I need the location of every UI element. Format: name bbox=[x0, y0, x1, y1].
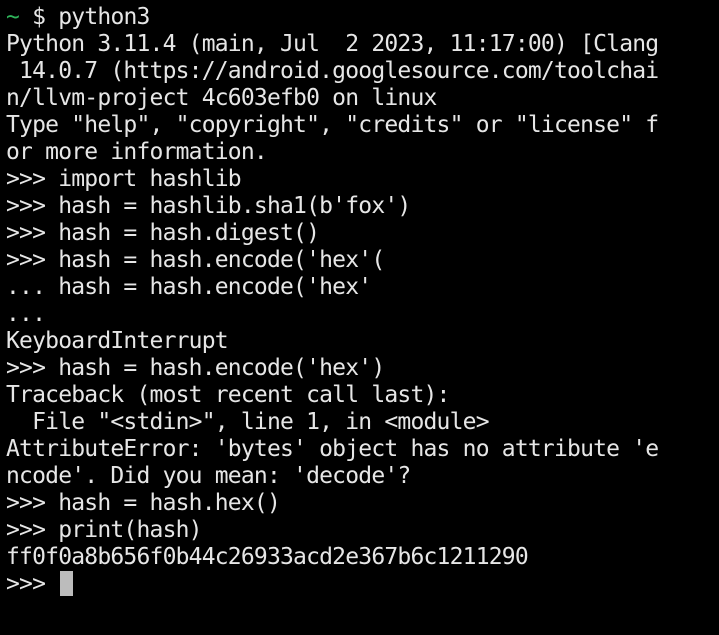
output-line: 14.0.7 (https://android.googlesource.com… bbox=[6, 58, 659, 84]
output-line: ff0f0a8b656f0b44c26933acd2e367b6c1211290 bbox=[6, 544, 529, 570]
output-line: >>> hash = hashlib.sha1(b'fox') bbox=[6, 193, 411, 219]
output-line: >>> print(hash) bbox=[6, 517, 203, 543]
output-line: ... bbox=[6, 301, 46, 327]
text-cursor bbox=[60, 571, 74, 596]
output-line: ... hash = hash.encode('hex' bbox=[6, 274, 372, 300]
output-line: Type "help", "copyright", "credits" or "… bbox=[6, 112, 659, 138]
output-line: >>> hash = hash.encode('hex') bbox=[6, 355, 385, 381]
output-line: Traceback (most recent call last): bbox=[6, 382, 450, 408]
output-line: >>> import hashlib bbox=[6, 166, 242, 192]
output-line: AttributeError: 'bytes' object has no at… bbox=[6, 436, 659, 462]
output-line: Python 3.11.4 (main, Jul 2 2023, 11:17:0… bbox=[6, 31, 659, 57]
output-line: >>> hash = hash.encode('hex'( bbox=[6, 247, 385, 273]
python-prompt: >>> bbox=[6, 571, 59, 597]
shell-prompt-symbol: $ bbox=[32, 4, 46, 30]
terminal-output[interactable]: ~ $ python3 Python 3.11.4 (main, Jul 2 2… bbox=[6, 4, 719, 635]
input-line[interactable]: >>> bbox=[6, 571, 719, 598]
output-line: >>> hash = hash.hex() bbox=[6, 490, 281, 516]
output-line: ncode'. Did you mean: 'decode'? bbox=[6, 463, 411, 489]
output-line: File "<stdin>", line 1, in <module> bbox=[6, 409, 489, 435]
home-directory-indicator: ~ bbox=[6, 4, 20, 30]
shell-command: python3 bbox=[58, 4, 150, 30]
output-line: n/llvm-project 4c603efb0 on linux bbox=[6, 85, 437, 111]
output-line: >>> hash = hash.digest() bbox=[6, 220, 320, 246]
shell-prompt-line: ~ $ python3 bbox=[6, 4, 719, 31]
output-line: or more information. bbox=[6, 139, 268, 165]
output-line: KeyboardInterrupt bbox=[6, 328, 229, 354]
